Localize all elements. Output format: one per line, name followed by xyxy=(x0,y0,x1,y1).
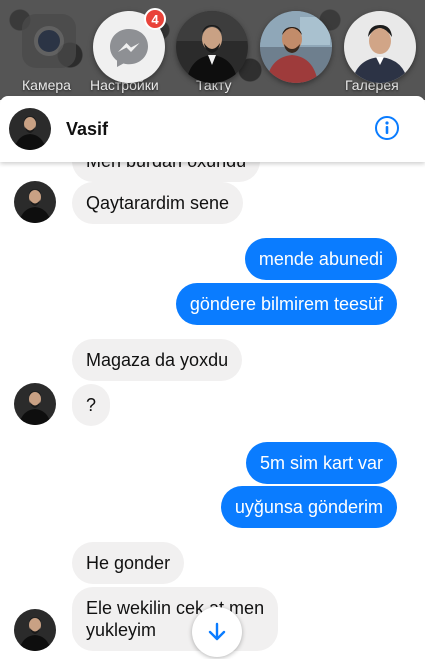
unread-badge: 4 xyxy=(144,8,166,30)
message-line: Ele wekilin cek at men xyxy=(86,598,265,618)
message-outgoing[interactable]: mende abunedi xyxy=(244,238,397,280)
message-outgoing[interactable]: uyğunsa gönderim xyxy=(220,486,397,528)
avatar-vasif-icon xyxy=(176,11,248,83)
message-incoming[interactable]: Qaytarardim sene xyxy=(72,182,244,224)
camera-lens-icon xyxy=(34,26,64,56)
avatar-contact-2-icon xyxy=(260,11,332,83)
message-outgoing[interactable]: 5m sim kart var xyxy=(245,442,397,484)
contact-name[interactable]: Vasif xyxy=(66,119,108,140)
camera-app-icon[interactable] xyxy=(22,14,76,68)
messenger-icon xyxy=(110,29,148,67)
message-outgoing[interactable]: göndere bilmirem teesüf xyxy=(175,283,397,325)
sender-avatar[interactable] xyxy=(14,383,56,425)
message-incoming[interactable]: He gonder xyxy=(72,542,185,584)
message-incoming[interactable]: Magaza da yoxdu xyxy=(72,339,243,381)
message-incoming[interactable]: Men burdan oxundu xyxy=(72,162,261,182)
avatar-vasif-icon xyxy=(14,181,56,223)
chat-header: Vasif xyxy=(0,96,425,162)
avatar-vasif-icon xyxy=(9,108,51,150)
camera-app-label: Камера xyxy=(22,77,71,93)
arrow-down-icon xyxy=(208,622,226,641)
chat-head-vasif[interactable] xyxy=(176,11,248,83)
header-avatar[interactable] xyxy=(9,108,51,150)
avatar-contact-3-icon xyxy=(344,11,416,83)
info-icon[interactable] xyxy=(374,115,400,141)
chat-head-contact-3[interactable] xyxy=(344,11,416,83)
scroll-to-bottom-button[interactable] xyxy=(192,607,242,657)
sender-avatar[interactable] xyxy=(14,181,56,223)
sender-avatar[interactable] xyxy=(14,609,56,651)
avatar-vasif-icon xyxy=(14,383,56,425)
chat-heads-strip: Камера Настройки Такту Галерея 4 xyxy=(0,0,425,100)
message-list[interactable]: Men burdan oxundu Qaytarardim sene mende… xyxy=(0,162,425,659)
chat-head-contact-2[interactable] xyxy=(260,11,332,83)
message-incoming-multiline[interactable]: Ele wekilin cek at men yukleyim xyxy=(72,587,279,651)
message-incoming[interactable]: ? xyxy=(72,384,111,426)
avatar-vasif-icon xyxy=(14,609,56,651)
